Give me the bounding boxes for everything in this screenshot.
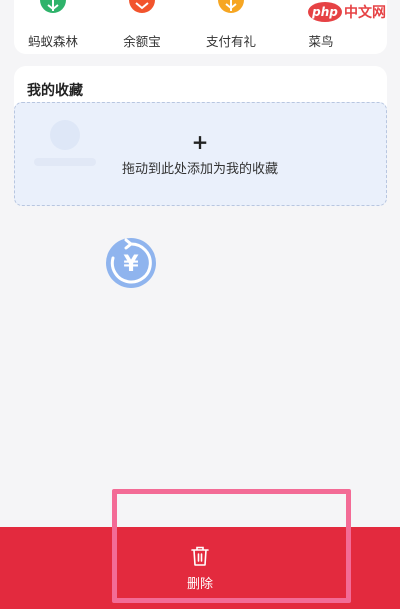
watermark-text: 中文网 [344,5,386,21]
yen-glyph: ¥ [123,252,139,277]
highlight-annotation [112,489,351,603]
watermark-logo: php [308,2,342,22]
plus-icon: + [191,130,209,154]
pay-gift-icon [218,0,244,13]
favorites-drop-zone[interactable] [14,102,387,206]
ant-forest-icon [40,0,66,13]
app-label: 蚂蚁森林 [27,34,78,49]
yuebao-icon [129,0,155,13]
drop-hint: 拖动到此处添加为我的收藏 [121,162,278,177]
watermark: php 中文网 [308,1,390,23]
app-label: 支付有礼 [205,34,256,49]
app-label: 余额宝 [123,34,161,49]
favorites-title: 我的收藏 [27,83,83,99]
app-label: 菜鸟 [308,34,334,49]
dragged-app-icon[interactable]: ¥ [104,236,158,290]
